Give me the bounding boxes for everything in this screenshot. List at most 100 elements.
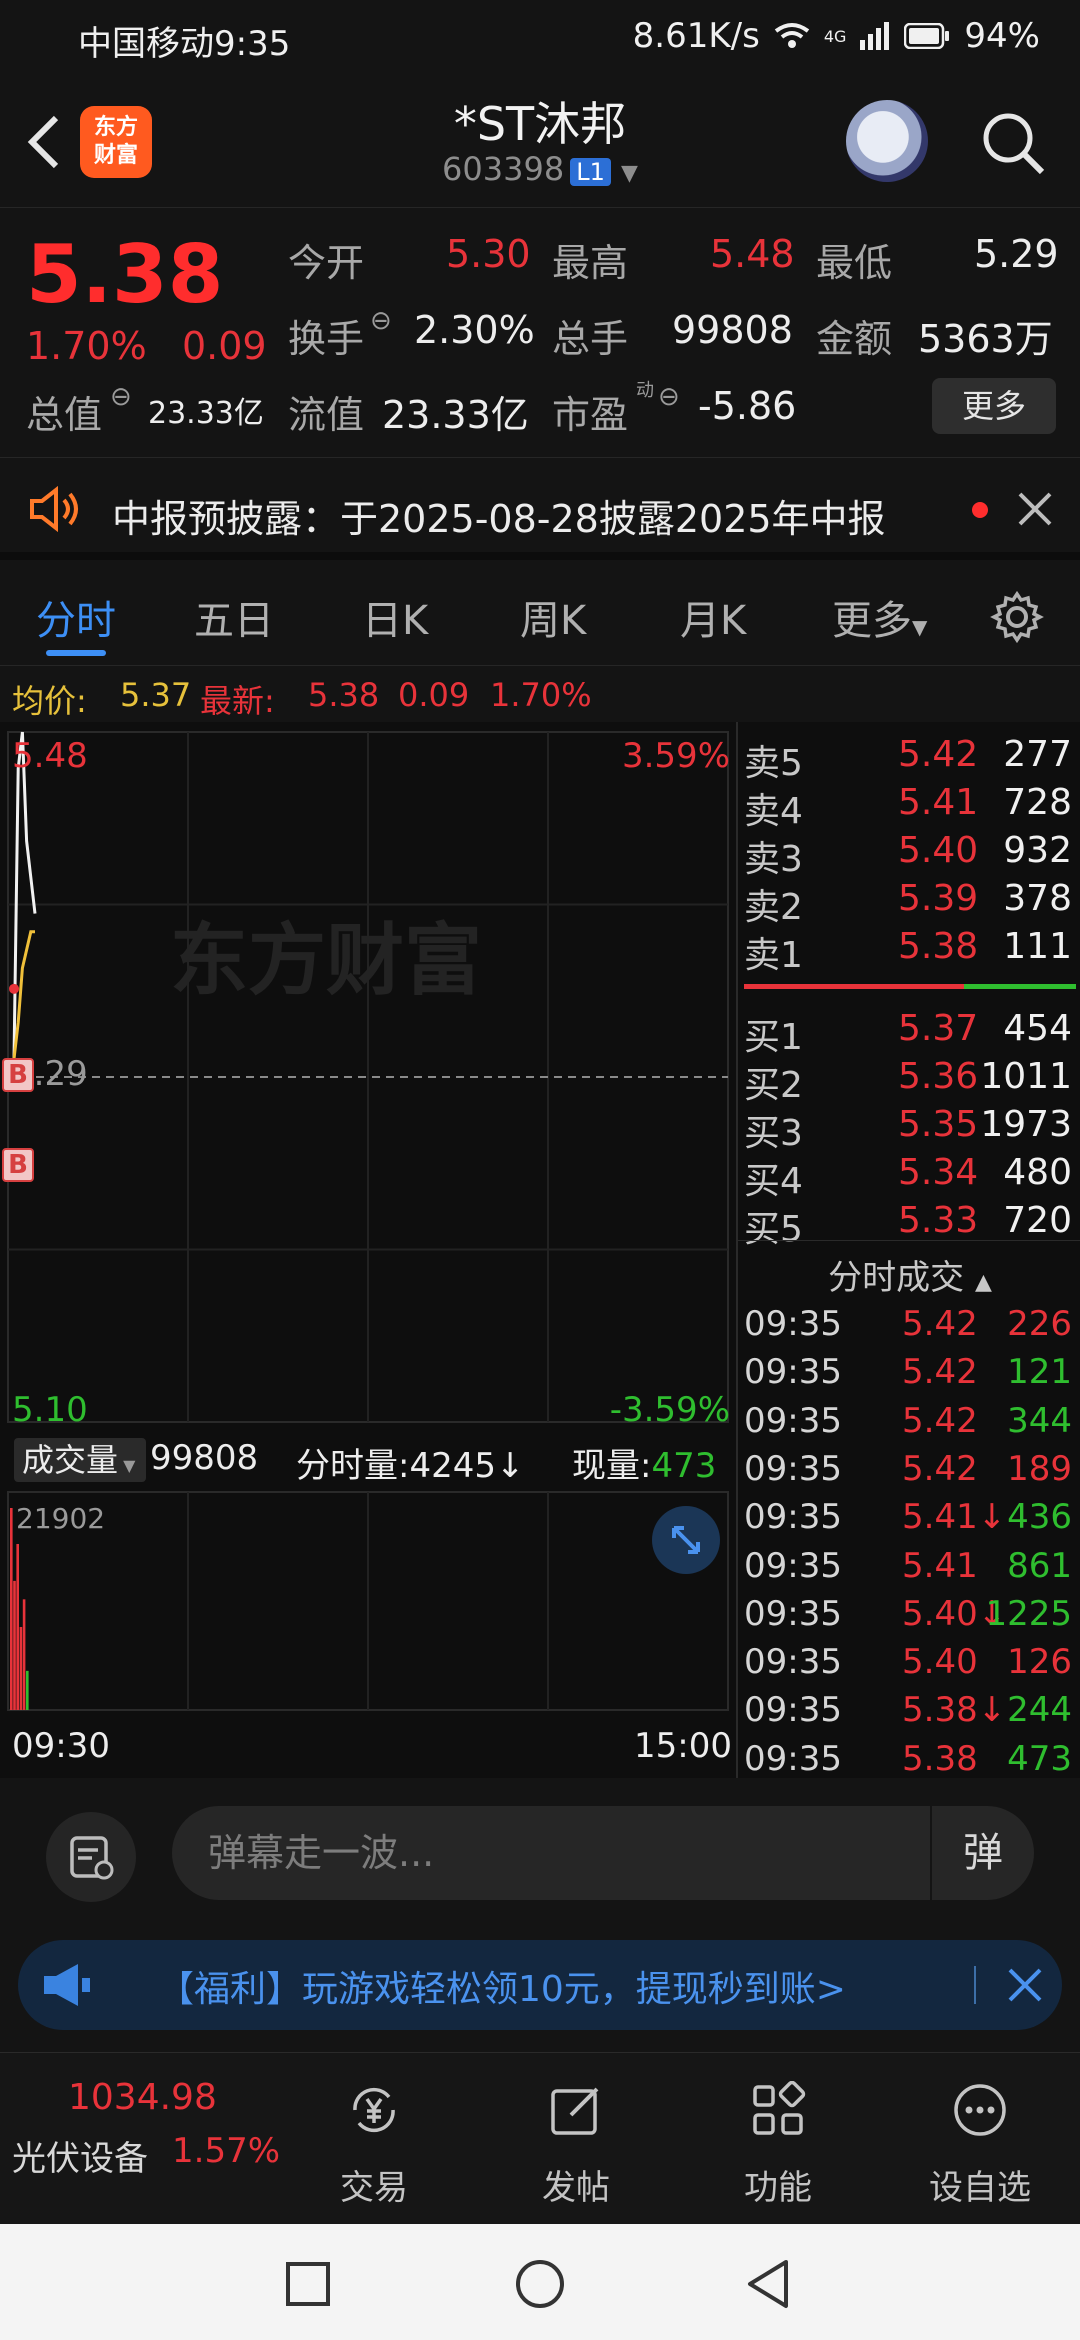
- price-line: [12, 731, 37, 1059]
- search-icon[interactable]: [978, 108, 1048, 178]
- intraday-chart[interactable]: 东方财富 5.48 3.59% 5.29 5.10 -3.59% B B 成交量…: [0, 722, 736, 1778]
- trade-price: 5.41↓: [902, 1497, 1007, 1538]
- status-left: 中国移动9:35: [78, 16, 290, 65]
- ask-price: 5.41: [898, 782, 979, 823]
- x-axis-end: 15:00: [634, 1726, 732, 1766]
- volume-bar: [26, 1670, 29, 1710]
- ask-row: 卖1 5.38 111: [738, 926, 1080, 976]
- bid-volume: 720: [1003, 1200, 1072, 1241]
- danmaku-bar: 弹幕走一波... 弹: [0, 1778, 1080, 1920]
- trade-button[interactable]: 交易: [294, 2081, 454, 2209]
- trade-time: 09:35: [744, 1545, 842, 1586]
- ask-level: 卖1: [744, 935, 803, 976]
- wifi-icon: [774, 23, 810, 48]
- change-percent: 1.70%: [26, 324, 147, 368]
- status-right: 8.61K/s 4G 94%: [633, 16, 1040, 56]
- ask-level: 卖4: [744, 791, 803, 832]
- more-quote-button[interactable]: 更多: [932, 378, 1056, 434]
- trade-price: 5.41: [902, 1545, 978, 1586]
- chart-grid: [7, 731, 729, 1711]
- current-point: [9, 983, 19, 994]
- home-icon[interactable]: [514, 2258, 566, 2310]
- close-icon[interactable]: [1006, 1966, 1044, 2004]
- danmaku-settings-button[interactable]: [46, 1812, 136, 1902]
- trade-price: 5.42: [902, 1448, 978, 1489]
- promo-banner[interactable]: 【福利】玩游戏轻松领10元，提现秒到账>: [18, 1940, 1062, 2030]
- trade-time: 09:35: [744, 1497, 842, 1538]
- info-icon[interactable]: ⊖: [370, 306, 392, 336]
- trade-time: 09:35: [744, 1352, 842, 1393]
- tab-more[interactable]: 更多▼: [832, 588, 927, 646]
- trade-volume: 121: [1007, 1352, 1072, 1393]
- bid-volume: 1973: [980, 1104, 1072, 1145]
- level-badge: L1: [570, 158, 611, 186]
- tick-volume-label: 分时量:: [296, 1446, 410, 1486]
- volume-bar: [16, 1543, 19, 1710]
- tab-five-day[interactable]: 五日: [194, 588, 274, 646]
- trade-row: 09:35 5.41↓ 436: [738, 1497, 1080, 1545]
- bid-level: 买3: [744, 1113, 803, 1154]
- yen-exchange-icon: [353, 2087, 395, 2133]
- info-icon[interactable]: ⊖: [110, 382, 132, 412]
- bid-level: 买4: [744, 1161, 803, 1202]
- ask-level: 卖3: [744, 839, 803, 880]
- tab-daily-k[interactable]: 日K: [362, 588, 428, 646]
- info-icon[interactable]: ⊖: [658, 382, 680, 412]
- ask-volume: 728: [1003, 782, 1072, 823]
- trade-volume: 436: [1007, 1497, 1072, 1538]
- functions-button[interactable]: 功能: [698, 2080, 858, 2209]
- trade-volume: 126: [1007, 1642, 1072, 1683]
- add-watchlist-button[interactable]: 设自选: [900, 2081, 1060, 2209]
- average-price-line: [12, 930, 35, 1060]
- sector-change: 1.57%: [172, 2131, 281, 2171]
- system-nav-bar: [0, 2224, 1080, 2340]
- danmaku-settings-icon: [70, 1836, 114, 1880]
- quote-panel: 5.38 1.70% 0.09 今开 5.30 最高 5.48 最低 5.29 …: [0, 208, 1080, 458]
- notice-bar[interactable]: 中报预披露：于2025-08-28披露2025年中报: [0, 458, 1080, 560]
- pct-axis-bottom: -3.59%: [609, 1390, 730, 1430]
- assistant-robot-icon[interactable]: [846, 100, 928, 182]
- trade-time: 09:35: [744, 1642, 842, 1683]
- expand-icon: [672, 1526, 700, 1554]
- divider: [974, 1966, 976, 2004]
- sector-name[interactable]: 光伏设备: [12, 2131, 148, 2180]
- tab-intraday[interactable]: 分时: [36, 588, 116, 646]
- chart-tabs: 分时 五日 日K 周K 月K 更多▼: [0, 568, 1080, 666]
- trade-details-header[interactable]: 分时成交 ▲: [738, 1250, 1080, 1299]
- y-axis-top: 5.48: [12, 736, 88, 776]
- current-volume-label: 现量:: [572, 1446, 652, 1486]
- post-button[interactable]: 发帖: [496, 2081, 656, 2209]
- change-amount: 0.09: [182, 324, 267, 368]
- trade-row: 09:35 5.42 121: [738, 1352, 1080, 1400]
- expand-button[interactable]: [652, 1506, 720, 1574]
- recent-apps-icon[interactable]: [284, 2260, 332, 2308]
- trade-volume: 189: [1007, 1448, 1072, 1489]
- trade-volume: 344: [1007, 1400, 1072, 1441]
- avg-label: 均价:: [12, 682, 87, 720]
- open-label: 今开: [288, 241, 365, 285]
- trade-time: 09:35: [744, 1738, 842, 1779]
- gear-icon[interactable]: [990, 590, 1044, 644]
- latest-label: 最新:: [200, 682, 275, 720]
- buy-marker[interactable]: B: [2, 1148, 34, 1182]
- latest-percent: 1.70%: [490, 676, 592, 714]
- close-icon[interactable]: [1016, 490, 1054, 528]
- status-bar: 中国移动9:35 8.61K/s 4G 94%: [0, 0, 1080, 78]
- ask-volume: 277: [1003, 734, 1072, 775]
- danmaku-input[interactable]: 弹幕走一波...: [172, 1806, 1034, 1900]
- tab-monthly-k[interactable]: 月K: [680, 588, 746, 646]
- amount-value: 5363万: [918, 317, 1053, 361]
- buy-marker[interactable]: B: [2, 1058, 34, 1092]
- volume-indicator-select[interactable]: 成交量 ▼: [14, 1438, 146, 1482]
- trade-price: 5.42: [902, 1304, 978, 1344]
- tab-weekly-k[interactable]: 周K: [520, 588, 586, 646]
- trade-price: 5.42: [902, 1352, 978, 1393]
- intraday-chart-svg: 东方财富: [7, 731, 729, 1711]
- danmaku-send-button[interactable]: 弹: [930, 1806, 1034, 1900]
- avg-value: 5.37: [120, 676, 192, 714]
- bid-row: 买1 5.37 454: [738, 1008, 1080, 1058]
- back-icon[interactable]: [744, 2258, 792, 2310]
- ask-level: 卖5: [744, 743, 803, 784]
- stock-header: 东方 财富 *ST沐邦 603398 L1 ▼: [0, 78, 1080, 208]
- trade-row: 09:35 5.41 861: [738, 1546, 1080, 1594]
